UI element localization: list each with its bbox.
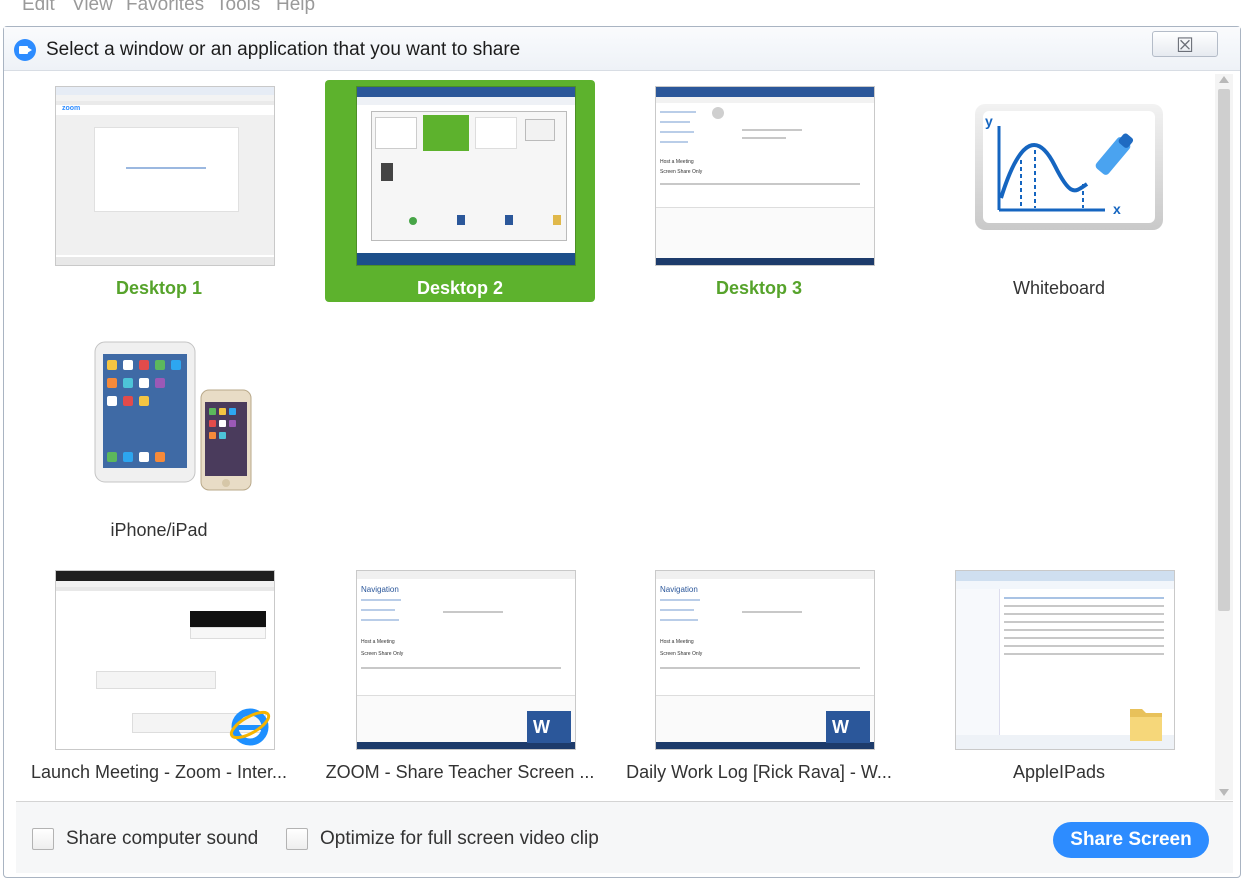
close-icon: ☒ <box>1176 35 1194 57</box>
explorer-thumbnail <box>955 570 1175 750</box>
svg-text:x: x <box>1113 201 1121 217</box>
tile-desktop-1[interactable]: zoom Desktop 1 <box>24 80 294 302</box>
folder-icon <box>1130 709 1162 741</box>
close-button[interactable]: ☒ <box>1152 31 1218 57</box>
dialog-title: Select a window or an application that y… <box>46 39 521 60</box>
share-dialog: Select a window or an application that y… <box>3 26 1241 878</box>
tile-label: iPhone/iPad <box>110 520 208 540</box>
tile-label: ZOOM - Share Teacher Screen ... <box>325 762 595 782</box>
tile-launch-meeting[interactable]: Launch Meeting - Zoom - Inter... <box>24 564 294 786</box>
dialog-footer: Share computer sound Optimize for full s… <box>16 801 1233 873</box>
scroll-thumb[interactable] <box>1218 89 1230 611</box>
menu-help[interactable]: Help <box>276 0 315 16</box>
host-meeting-text: Host a Meeting <box>361 639 395 645</box>
optimize-video-label[interactable]: Optimize for full screen video clip <box>320 828 599 850</box>
optimize-video-checkbox[interactable] <box>286 828 308 850</box>
zoom-wordmark: zoom <box>62 105 81 112</box>
tile-zoom-share-teacher[interactable]: Navigation Host a Meeting Screen Share O… <box>325 564 595 786</box>
internet-explorer-icon <box>229 708 271 746</box>
word-doc-thumbnail: Navigation Host a Meeting Screen Share O… <box>356 570 576 750</box>
share-sound-checkbox[interactable] <box>32 828 54 850</box>
tile-label: AppleIPads <box>1012 762 1106 782</box>
iphone-ipad-thumbnail <box>55 328 275 508</box>
tile-label: Desktop 1 <box>115 278 203 298</box>
menu-tools[interactable]: Tools <box>216 0 260 16</box>
screen-share-text: Screen Share Only <box>660 651 703 657</box>
background-menubar: Edit View Favorites Tools Help <box>0 0 1244 26</box>
scroll-down-icon[interactable] <box>1219 789 1229 796</box>
tile-desktop-3[interactable]: Host a Meeting Screen Share Only Desktop… <box>624 80 894 302</box>
menu-edit[interactable]: Edit <box>22 0 55 16</box>
host-meeting-text: Host a Meeting <box>660 159 694 165</box>
word-icon: W <box>826 711 870 743</box>
tile-label: Whiteboard <box>1012 278 1106 298</box>
menu-favorites[interactable]: Favorites <box>126 0 204 16</box>
tile-iphone-ipad[interactable]: iPhone/iPad <box>24 322 294 544</box>
share-source-grid: zoom Desktop 1 Desktop 2 Host a Meeting … <box>16 72 1213 799</box>
desktop-2-thumbnail <box>356 86 576 266</box>
whiteboard-icon: y x <box>975 104 1163 230</box>
tile-label: Launch Meeting - Zoom - Inter... <box>30 762 288 782</box>
scroll-up-icon[interactable] <box>1219 76 1229 83</box>
navigation-pane-title: Navigation <box>660 585 698 594</box>
tile-label: Desktop 2 <box>416 278 504 298</box>
desktop-3-thumbnail: Host a Meeting Screen Share Only <box>655 86 875 266</box>
svg-text:y: y <box>985 113 993 129</box>
whiteboard-thumbnail: y x <box>955 86 1175 266</box>
tile-daily-work-log[interactable]: Navigation Host a Meeting Screen Share O… <box>624 564 894 786</box>
launch-meeting-thumbnail <box>55 570 275 750</box>
menu-view[interactable]: View <box>72 0 113 16</box>
tile-desktop-2[interactable]: Desktop 2 <box>325 80 595 302</box>
tile-label: Desktop 3 <box>715 278 803 298</box>
grid-scrollbar[interactable] <box>1215 74 1233 800</box>
tile-label: Daily Work Log [Rick Rava] - W... <box>626 762 892 782</box>
tile-appleipads[interactable]: AppleIPads <box>924 564 1194 786</box>
dialog-titlebar: Select a window or an application that y… <box>4 27 1240 71</box>
word-doc-thumbnail: Navigation Host a Meeting Screen Share O… <box>655 570 875 750</box>
share-sound-label[interactable]: Share computer sound <box>66 828 258 850</box>
ios-devices-icon <box>94 341 252 491</box>
zoom-logo-icon <box>14 39 36 61</box>
share-screen-button[interactable]: Share Screen <box>1053 822 1209 858</box>
screen-share-text: Screen Share Only <box>361 651 404 657</box>
host-meeting-text: Host a Meeting <box>660 639 694 645</box>
word-icon: W <box>527 711 571 743</box>
screen-share-text: Screen Share Only <box>660 169 703 175</box>
tile-whiteboard[interactable]: y x Whiteboard <box>924 80 1194 302</box>
desktop-1-thumbnail: zoom <box>55 86 275 266</box>
navigation-pane-title: Navigation <box>361 585 399 594</box>
